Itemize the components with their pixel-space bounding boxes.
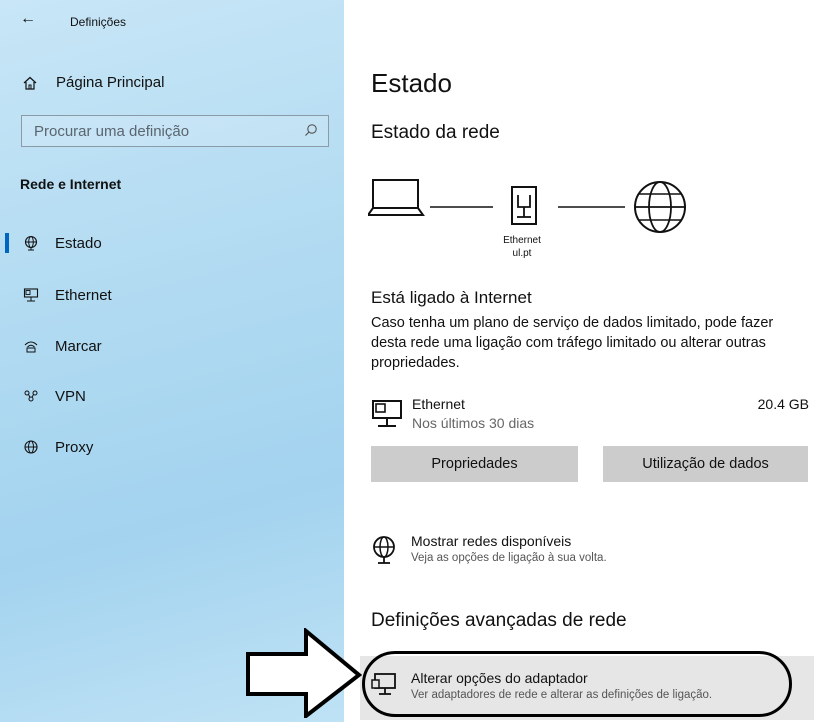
laptop-icon: [368, 179, 425, 216]
home-nav-item[interactable]: Página Principal: [20, 74, 164, 91]
network-diagram: [368, 179, 686, 233]
home-icon: [20, 75, 40, 91]
page-title: Estado: [371, 68, 452, 98]
sidebar-item-proxy[interactable]: Proxy: [0, 429, 344, 465]
ethernet-icon: [371, 398, 403, 435]
ethernet-name: Ethernet: [412, 396, 465, 412]
search-icon[interactable]: [304, 123, 318, 142]
data-usage-button[interactable]: Utilização de dados: [603, 446, 808, 482]
highlight-circle-annotation: [362, 651, 792, 717]
network-device-label: Ethernet ul.pt: [498, 234, 546, 260]
sidebar-item-label: VPN: [55, 387, 86, 405]
back-arrow-icon[interactable]: ←: [20, 10, 36, 28]
home-label: Página Principal: [56, 74, 165, 91]
pointer-arrow-annotation: [246, 628, 363, 718]
ethernet-icon: [22, 287, 40, 303]
globe-status-icon: [371, 535, 397, 572]
device-line-2: ul.pt: [512, 248, 532, 259]
properties-button[interactable]: Propriedades: [371, 446, 578, 482]
sidebar-item-ethernet[interactable]: Ethernet: [0, 277, 344, 313]
connection-status-description: Caso tenha um plano de serviço de dados …: [371, 315, 774, 371]
advanced-settings-heading: Definições avançadas de rede: [371, 610, 627, 631]
section-title: Rede e Internet: [20, 176, 122, 192]
ethernet-usage-row: Ethernet Nos últimos 30 dias 20.4 GB: [371, 396, 811, 436]
search-input[interactable]: [34, 116, 294, 146]
sidebar-item-vpn[interactable]: VPN: [0, 378, 344, 414]
search-box[interactable]: [21, 115, 329, 147]
sidebar: ← Definições Página Principal Rede e Int…: [0, 0, 344, 722]
globe-status-icon: [22, 235, 40, 251]
connection-status-title: Está ligado à Internet: [371, 288, 532, 307]
show-networks-link[interactable]: Mostrar redes disponíveis Veja as opções…: [371, 533, 811, 573]
ethernet-period: Nos últimos 30 dias: [412, 415, 535, 431]
sidebar-item-marcar[interactable]: Marcar: [0, 328, 344, 364]
sidebar-item-label: Estado: [55, 234, 102, 252]
main-content: Estado Estado da rede Ethernet ul.pt Est…: [344, 0, 814, 722]
sidebar-item-estado[interactable]: Estado: [0, 225, 344, 261]
show-networks-title: Mostrar redes disponíveis: [411, 533, 572, 549]
show-networks-subtitle: Veja as opções de ligação à sua volta.: [411, 552, 607, 564]
sidebar-item-label: Ethernet: [55, 286, 112, 304]
dialup-icon: [22, 338, 40, 354]
globe-icon: [634, 181, 686, 233]
window-title: Definições: [70, 15, 127, 29]
data-usage-value: 20.4 GB: [757, 396, 809, 412]
globe-icon: [22, 439, 40, 455]
sidebar-item-label: Marcar: [55, 337, 102, 355]
device-line-1: Ethernet: [503, 235, 541, 246]
network-status-heading: Estado da rede: [371, 122, 500, 143]
ethernet-port-icon: [511, 186, 537, 225]
sidebar-item-label: Proxy: [55, 438, 94, 456]
vpn-icon: [22, 388, 40, 404]
